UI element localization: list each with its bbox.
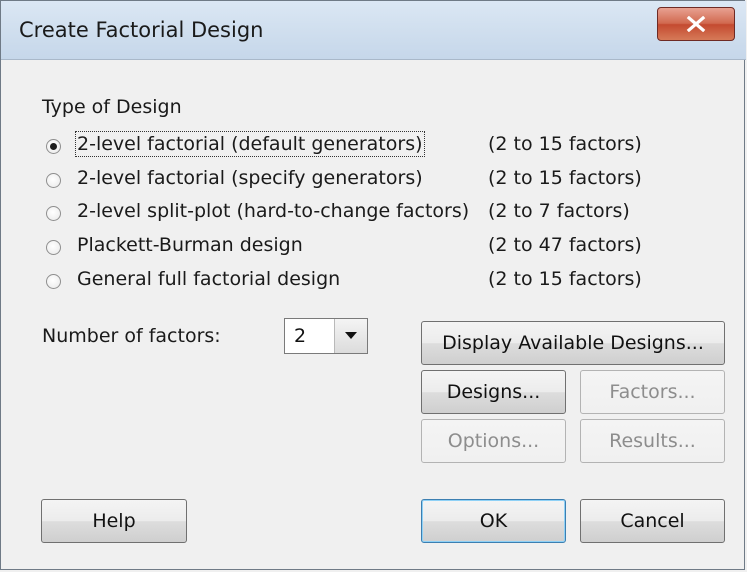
number-of-factors-value: 2	[294, 325, 307, 347]
number-of-factors-label: Number of factors:	[42, 325, 221, 347]
results-button[interactable]: Results...	[580, 419, 725, 463]
radio-default-generators[interactable]	[46, 139, 61, 154]
option-label-specify-generators[interactable]: 2-level factorial (specify generators)	[77, 167, 423, 189]
option-label-general-full-factorial[interactable]: General full factorial design	[77, 268, 340, 290]
radio-specify-generators[interactable]	[46, 173, 61, 188]
radio-selected-dot	[50, 143, 57, 150]
window-title: Create Factorial Design	[19, 18, 264, 42]
close-button[interactable]	[657, 7, 735, 41]
option-range-split-plot: (2 to 7 factors)	[488, 200, 630, 222]
dropdown-arrow[interactable]	[334, 319, 367, 353]
radio-split-plot[interactable]	[46, 206, 61, 221]
option-range-specify-generators: (2 to 15 factors)	[488, 167, 642, 189]
create-factorial-design-dialog: Create Factorial Design Type of Design 2…	[0, 0, 746, 570]
number-of-factors-select[interactable]: 2	[284, 318, 368, 354]
title-bar[interactable]: Create Factorial Design	[1, 1, 746, 60]
chevron-down-icon	[345, 332, 357, 339]
cancel-button[interactable]: Cancel	[580, 499, 725, 543]
option-range-plackett-burman: (2 to 47 factors)	[488, 234, 642, 256]
options-button[interactable]: Options...	[421, 419, 566, 463]
option-label-plackett-burman[interactable]: Plackett-Burman design	[77, 234, 303, 256]
type-of-design-heading: Type of Design	[42, 96, 182, 118]
option-range-default-generators: (2 to 15 factors)	[488, 133, 642, 155]
factors-button[interactable]: Factors...	[580, 370, 725, 414]
display-available-designs-button[interactable]: Display Available Designs...	[421, 321, 725, 365]
ok-button[interactable]: OK	[421, 499, 566, 543]
close-icon	[686, 16, 706, 32]
radio-general-full-factorial[interactable]	[46, 274, 61, 289]
option-label-default-generators[interactable]: 2-level factorial (default generators)	[75, 131, 425, 157]
designs-button[interactable]: Designs...	[421, 370, 566, 414]
help-button[interactable]: Help	[41, 499, 187, 543]
option-label-split-plot[interactable]: 2-level split-plot (hard-to-change facto…	[77, 200, 469, 222]
option-range-general-full-factorial: (2 to 15 factors)	[488, 268, 642, 290]
dialog-body: Type of Design 2-level factorial (defaul…	[1, 60, 744, 569]
radio-plackett-burman[interactable]	[46, 240, 61, 255]
